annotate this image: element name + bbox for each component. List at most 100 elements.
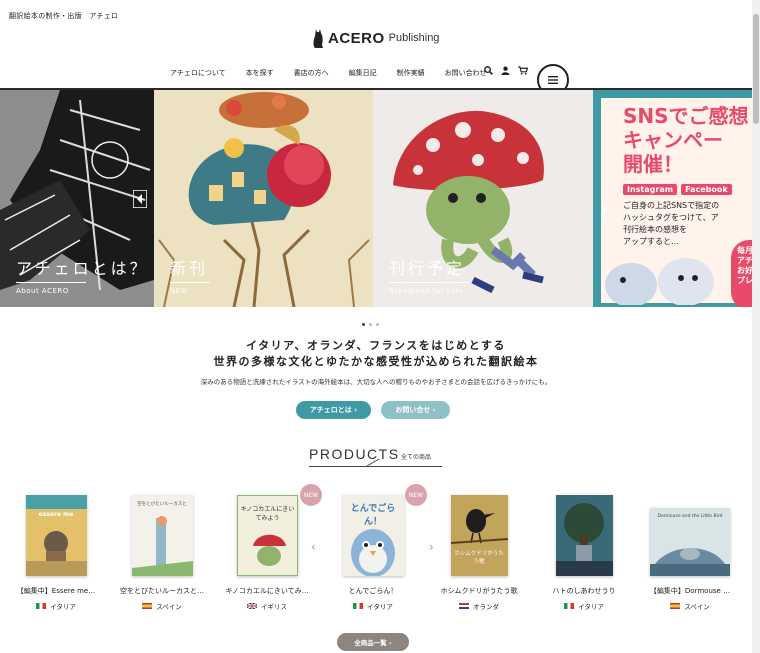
flag-icon — [670, 603, 681, 609]
campaign-title-line2: キャンペー — [623, 128, 723, 152]
products-heading-sub: 全ての商品 — [401, 454, 432, 461]
campaign-title-line3: 開催！ — [623, 152, 683, 176]
hero-slider[interactable]: アチェロとは？ About ACERO 新刊 NEW 刊行予定 Schedule… — [0, 90, 752, 307]
country-label: スペイン — [156, 603, 182, 611]
slide-new-sub: NEW — [170, 287, 189, 295]
cover-art — [650, 548, 730, 576]
cover-art — [555, 495, 613, 576]
campaign-badge-line2: アチ — [737, 256, 752, 265]
country-label: イギリス — [261, 603, 287, 611]
product-country: スペイン — [635, 601, 745, 611]
product-card[interactable]: essere me 【編集中】Essere me… イタリア — [1, 495, 111, 611]
hero-next-arrow[interactable] — [601, 201, 609, 220]
product-title[interactable]: 【編集中】Dormouse … — [635, 586, 745, 596]
logo-sub: Publishing — [388, 32, 440, 44]
flag-icon — [247, 603, 257, 609]
slide-about[interactable]: アチェロとは？ About ACERO — [0, 90, 154, 307]
nav-contact[interactable]: お問い合わせ — [445, 68, 487, 78]
country-label: イタリア — [578, 603, 604, 611]
about-acero-button[interactable]: アチェロとは › — [296, 401, 371, 419]
campaign-badge-line3: お好 — [737, 266, 752, 275]
search-icon[interactable] — [484, 66, 493, 75]
campaign-body-line2: ハッシュタグをつけて、ア — [623, 213, 719, 222]
book-cover[interactable]: essere me — [25, 495, 87, 576]
slide-upcoming-underline — [389, 282, 469, 283]
slider-dots — [362, 323, 379, 326]
product-country: イタリア — [318, 601, 428, 611]
nav-about[interactable]: アチェロについて — [170, 68, 226, 78]
product-country: イタリア — [529, 601, 639, 611]
product-title[interactable]: ホシムクドリがうたう歌 — [424, 586, 534, 596]
product-title[interactable]: 【編集中】Essere me… — [1, 586, 111, 596]
cover-art — [252, 534, 286, 566]
site-tagline: 翻訳絵本の制作・出版 アチェロ — [9, 12, 119, 20]
product-title[interactable]: ハトのしあわせうり — [529, 586, 639, 596]
header-icons — [484, 66, 528, 75]
book-cover[interactable]: ホシムクドリがうたう歌 — [450, 495, 508, 576]
user-icon[interactable] — [501, 66, 510, 75]
nav-diary[interactable]: 編集日記 — [349, 68, 377, 78]
facebook-tag: Facebook — [681, 184, 732, 195]
country-label: イタリア — [367, 603, 393, 611]
instagram-tag: Instagram — [623, 184, 678, 195]
product-card[interactable]: Dormouse and the Little Bird 【編集中】Dormou… — [635, 495, 745, 611]
campaign-body-line1: ご自身の上記SNSで指定の — [623, 201, 720, 210]
slider-dot-1[interactable] — [362, 323, 365, 326]
chevron-right-icon — [602, 205, 608, 215]
country-label: スペイン — [684, 603, 710, 611]
product-title[interactable]: キノコカエルにきいてみ… — [212, 586, 322, 596]
cover-art — [350, 529, 395, 576]
product-card[interactable]: キノコカエルにきいてみよう キノコカエルにきいてみ… イギリス — [212, 495, 322, 611]
scrollbar-thumb[interactable] — [753, 14, 759, 124]
product-card[interactable]: ホシムクドリがうたう歌 ホシムクドリがうたう歌 オランダ — [424, 495, 534, 611]
campaign-badge-line1: 毎月 — [737, 246, 752, 255]
bird-characters-illustration — [605, 258, 714, 305]
product-card[interactable]: 空をとびたいルーカスと 空をとびたいルーカスと… スペイン — [107, 495, 217, 611]
book-cover[interactable]: キノコカエルにきいてみよう — [236, 495, 298, 576]
product-title[interactable]: 空をとびたいルーカスと… — [107, 586, 217, 596]
slide-new-underline — [170, 282, 210, 283]
product-title[interactable]: とんでごらん！ — [318, 586, 428, 596]
nav-works[interactable]: 制作実績 — [397, 68, 425, 78]
contact-button[interactable]: お問い合せ › — [381, 401, 450, 419]
book-cover[interactable]: Dormouse and the Little Bird — [650, 508, 730, 576]
intro-headline-1: イタリア、オランダ、フランスをはじめとする — [246, 339, 506, 352]
slider-dot-3[interactable] — [376, 323, 379, 326]
chevron-left-icon — [132, 189, 148, 209]
campaign-body-line4: アップすると… — [623, 237, 679, 246]
cover-art — [25, 531, 87, 576]
slide-about-caption: アチェロとは？ — [16, 259, 149, 278]
products-heading-underline — [309, 466, 442, 467]
logo-text: ACERO — [328, 29, 385, 47]
country-label: オランダ — [473, 603, 499, 611]
book-cover[interactable] — [555, 495, 613, 576]
product-card[interactable]: とんでごらん！ とんでごらん！ イタリア — [318, 495, 428, 611]
flag-icon — [142, 603, 153, 609]
country-label: イタリア — [50, 603, 76, 611]
slider-dot-2[interactable] — [369, 323, 372, 326]
book-cover[interactable]: 空をとびたいルーカスと — [131, 495, 193, 576]
slide-upcoming-sub: Scheduled for sale — [389, 287, 463, 295]
cat-logo-icon — [313, 29, 323, 48]
slide-upcoming[interactable]: 刊行予定 Scheduled for sale — [373, 90, 593, 307]
intro-subtext: 深みのある物語と洗練されたイラストの海外絵本は、大切な人への贈りものやお子さまと… — [200, 378, 552, 386]
flag-icon — [459, 603, 469, 609]
product-country: イギリス — [212, 601, 322, 611]
nav-bookstores[interactable]: 書店の方へ — [294, 68, 329, 78]
cover-art — [131, 516, 193, 576]
nav-find-books[interactable]: 本を探す — [246, 68, 274, 78]
slide-new-caption: 新刊 — [170, 259, 209, 278]
slide-sns-campaign[interactable]: SNSでご感想 キャンペー 開催！ Instagram Facebook ご自身… — [593, 90, 752, 307]
products-heading: PRODUCTS — [309, 446, 400, 462]
flag-icon — [353, 603, 364, 609]
cart-icon[interactable] — [518, 66, 528, 75]
book-cover[interactable]: とんでごらん！ — [342, 495, 404, 576]
slide-upcoming-caption: 刊行予定 — [389, 259, 466, 278]
product-card[interactable]: ハトのしあわせうり イタリア — [529, 495, 639, 611]
product-country: イタリア — [1, 601, 111, 611]
all-products-button[interactable]: 全商品一覧 › — [337, 633, 409, 651]
site-logo[interactable]: ACERO Publishing — [311, 26, 439, 50]
hero-prev-arrow[interactable] — [132, 189, 148, 212]
slide-new[interactable]: 新刊 NEW — [154, 90, 373, 307]
cover-title: ホシムクドリがうたう歌 — [454, 551, 504, 565]
